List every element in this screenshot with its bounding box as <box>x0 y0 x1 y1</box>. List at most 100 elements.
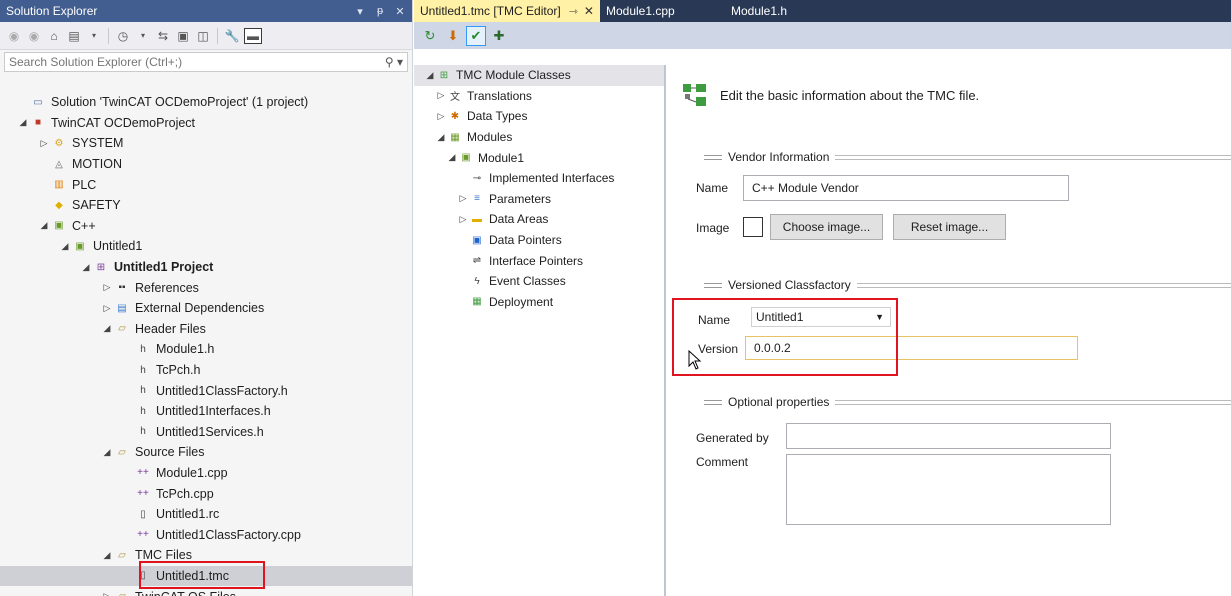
tree-item[interactable]: ▭ Solution 'TwinCAT OCDemoProject' (1 pro… <box>0 92 412 113</box>
tree-item[interactable]: ◢ ▣ Module1 <box>414 147 664 168</box>
expanded-arrow-icon[interactable]: ◢ <box>16 117 30 128</box>
tree-item[interactable]: h TcPch.h <box>0 360 412 381</box>
solution-explorer-search[interactable]: ⚲ ▾ <box>4 52 408 72</box>
close-tab-icon[interactable]: ✕ <box>584 4 594 18</box>
refresh-icon[interactable]: ↻ <box>420 26 440 46</box>
tree-item[interactable]: h Untitled1Interfaces.h <box>0 401 412 422</box>
tree-item-label: External Dependencies <box>135 301 265 316</box>
search-input[interactable] <box>9 55 385 69</box>
collapsed-arrow-icon[interactable]: ▷ <box>457 193 469 204</box>
reset-image-button[interactable]: Reset image... <box>893 214 1006 240</box>
tab-module1-cpp[interactable]: Module1.cpp <box>600 0 725 22</box>
tree-item[interactable]: ◢ ▣ Untitled1 <box>0 236 412 257</box>
tree-item[interactable]: ▷ ▬ Data Areas <box>414 209 664 230</box>
tree-item[interactable]: ▷ ▤ External Dependencies <box>0 298 412 319</box>
tree-item[interactable]: ++ Untitled1ClassFactory.cpp <box>0 524 412 545</box>
back-icon[interactable]: ◉ <box>6 28 22 44</box>
sync-icon[interactable]: ⇆ <box>155 28 171 44</box>
expanded-arrow-icon[interactable]: ◢ <box>446 152 458 163</box>
collapsed-arrow-icon[interactable]: ▷ <box>435 90 447 101</box>
search-icon[interactable]: ⚲ ▾ <box>385 55 403 69</box>
collapsed-arrow-icon[interactable]: ▷ <box>100 282 114 293</box>
collapsed-arrow-icon[interactable]: ▷ <box>100 303 114 314</box>
tmc-classes-icon: ⊞ <box>439 69 449 81</box>
switch-views-icon[interactable]: ▤ <box>66 28 82 44</box>
vendor-name-label: Name <box>696 181 729 195</box>
comment-label: Comment <box>696 455 749 469</box>
comment-field[interactable] <box>786 454 1111 525</box>
tree-item[interactable]: ++ TcPch.cpp <box>0 483 412 504</box>
expanded-arrow-icon[interactable]: ◢ <box>424 70 436 81</box>
add-icon[interactable]: ✚ <box>489 26 509 46</box>
expanded-arrow-icon[interactable]: ◢ <box>100 447 114 458</box>
choose-image-button[interactable]: Choose image... <box>770 214 883 240</box>
collapsed-arrow-icon[interactable]: ▷ <box>37 138 51 149</box>
image-preview-box[interactable] <box>743 217 763 237</box>
tree-item[interactable]: ⇌ Interface Pointers <box>414 250 664 271</box>
folder-icon: ▱ <box>118 446 126 458</box>
tree-item[interactable]: ▷ ✱ Data Types <box>414 106 664 127</box>
expanded-arrow-icon[interactable]: ◢ <box>58 241 72 252</box>
pin-icon[interactable]: ᵽ <box>372 5 388 17</box>
window-position-dropdown-icon[interactable]: ▾ <box>352 5 368 18</box>
check-icon[interactable]: ✔ <box>466 25 486 46</box>
tree-item[interactable]: ▷ 文 Translations <box>414 86 664 107</box>
collapsed-arrow-icon[interactable]: ▷ <box>457 214 469 225</box>
tree-item[interactable]: ◢ ■ TwinCAT OCDemoProject <box>0 113 412 134</box>
forward-icon[interactable]: ◉ <box>26 28 42 44</box>
tree-item[interactable]: ▥ PLC <box>0 174 412 195</box>
tree-item[interactable]: h Module1.h <box>0 339 412 360</box>
tab-untitled1-tmc[interactable]: Untitled1.tmc [TMC Editor] ⇾ ✕ <box>414 0 600 22</box>
properties-pane: Edit the basic information about the TMC… <box>670 65 1231 596</box>
tree-item[interactable]: ▷ ⚙ SYSTEM <box>0 133 412 154</box>
expanded-arrow-icon[interactable]: ◢ <box>79 262 93 273</box>
tree-item[interactable]: ◢ ▱ Header Files <box>0 319 412 340</box>
tree-item[interactable]: ▣ Data Pointers <box>414 230 664 251</box>
collapsed-arrow-icon[interactable]: ▷ <box>100 591 114 596</box>
vendor-name-field[interactable]: C++ Module Vendor <box>743 175 1069 201</box>
tree-item[interactable]: ▷ ≡ Parameters <box>414 189 664 210</box>
pending-changes-icon[interactable]: ◷ <box>115 28 131 44</box>
properties-wrench-icon[interactable]: 🔧 <box>224 28 240 44</box>
generated-by-field[interactable] <box>786 423 1111 449</box>
tab-module1-h[interactable]: Module1.h <box>725 0 793 22</box>
expanded-arrow-icon[interactable]: ◢ <box>100 323 114 334</box>
tree-item[interactable]: ▦ Deployment <box>414 292 664 313</box>
translations-icon: 文 <box>450 92 460 104</box>
tree-item[interactable]: ▯ Untitled1.rc <box>0 504 412 525</box>
tree-item[interactable]: h Untitled1Services.h <box>0 422 412 443</box>
tree-item-label: TcPch.h <box>156 363 201 378</box>
tree-item-label: SYSTEM <box>72 136 124 151</box>
tree-item[interactable]: ◢ ▣ C++ <box>0 216 412 237</box>
expanded-arrow-icon[interactable]: ◢ <box>100 550 114 561</box>
generate-icon[interactable]: ⬇ <box>443 26 463 46</box>
dropdown-icon[interactable]: ▾ <box>135 28 151 44</box>
preview-icon[interactable]: ▬ <box>244 27 262 44</box>
collapse-all-icon[interactable]: ▣ <box>175 28 191 44</box>
tree-item[interactable]: ▷ ▪▪ References <box>0 277 412 298</box>
tree-item[interactable]: ◬ MOTION <box>0 154 412 175</box>
tree-item[interactable]: ϟ Event Classes <box>414 271 664 292</box>
collapsed-arrow-icon[interactable]: ▷ <box>435 111 447 122</box>
tree-item[interactable]: h Untitled1ClassFactory.h <box>0 380 412 401</box>
pin-tab-icon[interactable]: ⇾ <box>569 5 578 18</box>
home-icon[interactable]: ⌂ <box>46 28 62 44</box>
close-icon[interactable]: ✕ <box>392 5 408 18</box>
header-file-icon: h <box>140 426 146 438</box>
tree-item[interactable]: ◢ ▦ Modules <box>414 127 664 148</box>
show-all-files-icon[interactable]: ◫ <box>195 28 211 44</box>
tree-item[interactable]: ◢ ⊞ TMC Module Classes <box>414 65 664 86</box>
folder-icon: ▱ <box>114 589 130 596</box>
tree-item[interactable]: ++ Module1.cpp <box>0 463 412 484</box>
classfactory-group-label: Versioned Classfactory <box>728 278 851 292</box>
tree-item[interactable]: ◆ SAFETY <box>0 195 412 216</box>
tree-item[interactable]: ◢ ▱ Source Files <box>0 442 412 463</box>
expanded-arrow-icon[interactable]: ◢ <box>37 220 51 231</box>
dropdown-icon[interactable]: ▾ <box>86 28 102 44</box>
tree-item-label: Untitled1 <box>93 239 143 254</box>
tree-item-label: Untitled1.rc <box>156 507 220 522</box>
group-line <box>835 154 1231 160</box>
expanded-arrow-icon[interactable]: ◢ <box>435 132 447 143</box>
tree-item[interactable]: ⊸ Implemented Interfaces <box>414 168 664 189</box>
tree-item[interactable]: ◢ ⊞ Untitled1 Project <box>0 257 412 278</box>
